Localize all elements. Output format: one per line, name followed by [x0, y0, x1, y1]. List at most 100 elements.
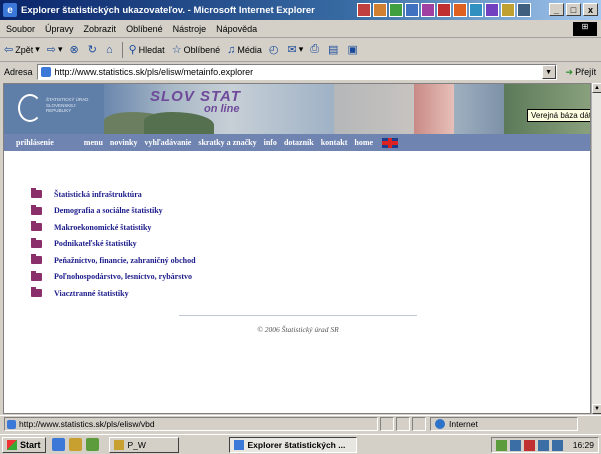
home-button[interactable]: ⌂: [106, 44, 115, 56]
forward-button[interactable]: ⇨ ▾: [47, 43, 63, 56]
menu-favorites[interactable]: Oblíbené: [126, 24, 163, 34]
nav-abbreviations[interactable]: skratky a značky: [198, 138, 256, 147]
list-item[interactable]: Podnikateľské štatistiky: [31, 236, 196, 253]
list-item[interactable]: Demografia a sociálne štatistiky: [31, 203, 196, 220]
folder-icon: [31, 237, 42, 248]
tray-icon[interactable]: [524, 439, 535, 451]
site-banner: ŠTATISTICKÝ ÚRAD SLOVENSKEJ REPUBLIKY SL…: [4, 84, 590, 134]
maximize-button[interactable]: □: [566, 3, 581, 16]
scroll-up-button[interactable]: ▲: [592, 83, 601, 93]
menu-view[interactable]: Zobrazit: [84, 24, 117, 34]
back-button[interactable]: ⇦ Zpět ▾: [4, 43, 40, 56]
status-text: http://www.statistics.sk/pls/elisw/vbd: [4, 417, 378, 431]
page-icon: [40, 67, 51, 77]
logo-text: ŠTATISTICKÝ ÚRAD SLOVENSKEJ REPUBLIKY: [46, 97, 89, 113]
app-icon[interactable]: [501, 3, 515, 17]
address-bar: Adresa http://www.statistics.sk/pls/elis…: [0, 62, 601, 82]
nav-menu[interactable]: menu: [84, 138, 103, 147]
title-bar-app-icons: [357, 3, 531, 17]
refresh-button[interactable]: ↻: [88, 43, 99, 56]
folder-icon: [31, 204, 42, 215]
go-button[interactable]: ➔ Přejít: [566, 67, 597, 78]
home-icon: ⌂: [105, 43, 113, 56]
nav-search[interactable]: vyhľadávanie: [144, 138, 191, 147]
taskbar-item-explorer[interactable]: Explorer štatistických ...: [228, 436, 357, 453]
edit-button[interactable]: ▤: [328, 43, 340, 56]
folder-icon: [31, 188, 42, 199]
menu-help[interactable]: Nápověda: [216, 24, 257, 34]
scroll-down-button[interactable]: ▼: [592, 404, 601, 414]
tray-icon[interactable]: [510, 439, 521, 451]
ie-icon: e: [3, 3, 17, 17]
nav-home[interactable]: home: [354, 138, 373, 147]
clock: 16:29: [572, 440, 594, 450]
dropdown-icon: ▾: [298, 44, 304, 54]
globe-icon: [435, 419, 445, 429]
forward-arrow-icon: ⇨: [46, 44, 56, 56]
menu-tools[interactable]: Nástroje: [173, 24, 207, 34]
status-bar: http://www.statistics.sk/pls/elisw/vbd I…: [0, 415, 601, 432]
media-button[interactable]: ♫ Média: [227, 44, 262, 56]
app-icon[interactable]: [453, 3, 467, 17]
uk-flag-icon[interactable]: [382, 137, 399, 148]
search-button[interactable]: ⚲ Hledat: [129, 43, 165, 56]
desktop-quicklaunch-icon[interactable]: [68, 438, 82, 451]
app-icon[interactable]: [405, 3, 419, 17]
browser-window: e Explorer štatistických ukazovateľov. -…: [0, 0, 601, 454]
app-icon[interactable]: [389, 3, 403, 17]
menu-file[interactable]: Soubor: [6, 24, 35, 34]
media-icon: ♫: [227, 43, 236, 56]
mail-button[interactable]: ✉ ▾: [287, 43, 303, 56]
list-item[interactable]: Peňažníctvo, financie, zahraničný obchod: [31, 252, 196, 269]
tray-icon[interactable]: [538, 439, 549, 451]
ie-quicklaunch-icon[interactable]: [51, 438, 65, 451]
history-button[interactable]: ◴: [269, 43, 281, 56]
vertical-scrollbar[interactable]: ▲ ▼: [591, 83, 601, 414]
menu-edit[interactable]: Úpravy: [45, 24, 74, 34]
app-quicklaunch-icon[interactable]: [85, 438, 99, 451]
banner-photo: [334, 84, 414, 134]
quick-launch: [51, 438, 99, 451]
statistical-office-logo[interactable]: ŠTATISTICKÝ ÚRAD SLOVENSKEJ REPUBLIKY: [4, 84, 104, 134]
nav-news[interactable]: novinky: [110, 138, 138, 147]
history-icon: ◴: [268, 44, 279, 56]
tooltip: Verejná báza dát: [527, 109, 590, 122]
app-icon[interactable]: [517, 3, 531, 17]
toolbar: ⇦ Zpět ▾ ⇨ ▾ ⊗ ↻ ⌂ ⚲ Hledat ☆ Oblíbené ♫ Média…: [0, 38, 601, 62]
nav-info[interactable]: info: [264, 138, 277, 147]
banner-photo: [454, 84, 504, 134]
security-zone: Internet: [430, 417, 578, 431]
discuss-button[interactable]: ▣: [347, 43, 359, 56]
list-item[interactable]: Viacztranné štatistiky: [31, 285, 196, 302]
tray-icon[interactable]: [552, 439, 563, 451]
address-dropdown-button[interactable]: ▼: [541, 65, 556, 79]
minimize-button[interactable]: _: [549, 3, 564, 16]
stop-button[interactable]: ⊗: [70, 43, 81, 56]
app-icon[interactable]: [469, 3, 483, 17]
tray-icon[interactable]: [496, 439, 507, 451]
app-icon[interactable]: [485, 3, 499, 17]
nav-login[interactable]: prihlásenie: [16, 138, 54, 147]
start-button[interactable]: Start: [2, 436, 46, 453]
app-icon[interactable]: [421, 3, 435, 17]
folder-icon: [31, 254, 42, 265]
status-cell: [396, 417, 410, 431]
title-bar[interactable]: e Explorer štatistických ukazovateľov. -…: [0, 0, 601, 20]
close-button[interactable]: x: [583, 3, 598, 16]
list-item[interactable]: Štatistická infraštruktúra: [31, 186, 196, 203]
app-icon[interactable]: [437, 3, 451, 17]
address-input[interactable]: http://www.statistics.sk/pls/elisw/metai…: [36, 64, 557, 80]
system-tray: 16:29: [491, 437, 599, 453]
windows-logo-icon: ⊞: [573, 22, 597, 36]
folder-icon: [31, 221, 42, 232]
app-icon[interactable]: [373, 3, 387, 17]
favorites-button[interactable]: ☆ Oblíbené: [172, 43, 220, 56]
app-icon[interactable]: [357, 3, 371, 17]
nav-questionnaire[interactable]: dotazník: [284, 138, 314, 147]
nav-contact[interactable]: kontakt: [321, 138, 348, 147]
taskbar-item-folder[interactable]: P_W: [108, 436, 179, 453]
folder-icon: [113, 439, 124, 450]
list-item[interactable]: Poľnohospodárstvo, lesníctvo, rybárstvo: [31, 269, 196, 286]
print-button[interactable]: ⎙: [310, 43, 321, 56]
list-item[interactable]: Makroekonomické štatistiky: [31, 219, 196, 236]
